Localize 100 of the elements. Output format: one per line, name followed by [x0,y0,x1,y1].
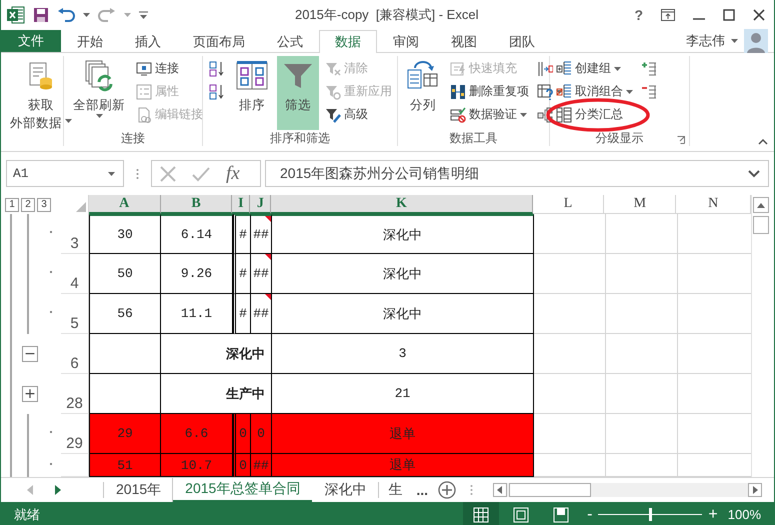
group-label: 排序和筛选 [270,130,330,146]
group-label: 分级显示 [596,130,644,146]
table-cell: # [233,254,251,294]
column-header[interactable]: M [604,195,676,214]
outline-level-button[interactable]: 2 [21,198,35,212]
insert-function-button[interactable]: fx [226,162,240,184]
grip-icon [136,168,139,180]
table-cell: ## [251,454,272,477]
table-cell: # [233,294,251,334]
caret-icon [108,172,115,176]
customize-icon[interactable] [139,11,148,19]
table-cell: 21 [272,374,534,414]
ribbon-button[interactable]: 删除重复项 [448,80,531,103]
refresh-icon [83,60,115,92]
zoom-slider-thumb[interactable] [649,508,652,521]
relationship-icon [537,106,553,122]
table-cell: 29 [89,414,161,454]
ribbon-options-icon[interactable] [661,9,675,21]
table-cell: 9.26 [161,254,233,294]
ribbon-button[interactable]: 创建组 [554,57,635,80]
table-cell: 11.1 [161,294,233,334]
redo-icon [98,8,116,22]
maximize-icon[interactable] [723,9,735,21]
new-sheet-icon[interactable] [438,481,456,499]
column-header[interactable]: I [232,195,250,214]
ribbon-button[interactable]: 筛选 [277,56,319,130]
normal-view-icon [473,506,490,522]
sort-descending-icon [209,84,225,100]
dialog-launcher-icon[interactable] [677,136,685,144]
scroll-right-button[interactable] [748,483,762,497]
table-cell: 生产中 [161,374,272,414]
table-cell: 0 [233,454,251,477]
ribbon-tab[interactable]: 文件 [1,30,61,52]
collapse-ribbon-icon[interactable] [758,139,768,145]
help-button[interactable]: ? [634,7,643,23]
scrollbar-thumb[interactable] [508,483,591,497]
group-label: 连接 [121,130,145,146]
collapse-button[interactable]: − [22,346,38,362]
column-header[interactable]: A [88,195,161,214]
table-cell: # [233,214,251,254]
validation-icon [450,106,466,122]
scroll-left-button[interactable] [492,483,507,497]
table-cell: ## [251,214,272,254]
merge-icon [537,60,553,76]
close-icon[interactable] [753,9,765,21]
formula-field[interactable]: 2015年图森苏州分公司销售明细 [265,160,769,187]
scroll-right-icon[interactable] [55,485,61,495]
list-icon [136,84,152,100]
outline-level-button[interactable]: 1 [5,198,19,212]
ribbon-tab[interactable]: 数据 [319,30,377,53]
ribbon-button[interactable]: 高级 [323,103,394,126]
caret-icon [731,39,738,43]
spreadsheet-logo-icon[interactable] [7,6,25,24]
up-arrow-icon [757,202,765,208]
ribbon-button[interactable]: 全部刷新 [68,56,130,130]
cell-reference: A1 [13,166,29,181]
expand-button[interactable]: + [22,386,38,402]
right-arrow-icon [752,486,758,494]
zoom-in-button[interactable]: + [706,506,720,524]
table-cell: 51 [89,454,161,477]
table-cell: 50 [89,254,161,294]
more-sheets-button[interactable]: ... [410,478,434,502]
group-icon [556,60,572,76]
zoom-out-button[interactable]: - [585,506,594,524]
caret-icon [124,13,131,17]
lightning-icon [450,60,466,76]
column-header[interactable]: L [532,195,604,214]
chain-page-icon [136,106,152,122]
scroll-up-button[interactable] [753,197,769,213]
scrollbar-thumb[interactable] [753,216,769,234]
table-cell: 3 [272,334,534,374]
hide-detail-icon [641,84,657,100]
table-cell: 深化中 [272,254,534,294]
user-name[interactable]: 李志伟 [686,32,725,50]
undo-icon[interactable] [57,8,75,22]
column-header[interactable]: J [250,195,272,214]
column-header[interactable]: N [676,195,752,214]
table-cell: 56 [89,294,161,334]
view-button[interactable] [463,502,500,525]
ribbon-button[interactable]: 分列 [402,56,444,130]
funnel-pen-icon [325,106,341,122]
ribbon-button[interactable]: 连接 [134,57,205,80]
expand-icon[interactable] [748,170,760,178]
save-icon[interactable] [33,7,49,23]
sort-ascending-icon [209,60,225,76]
show-detail-icon [641,60,657,76]
outline-level-button[interactable]: 3 [37,198,51,212]
caret-icon [83,13,90,17]
table-cell: 深化中 [272,294,534,334]
ungroup-icon [556,84,572,100]
table-cell: 退单 [272,414,534,454]
ribbon-button[interactable]: 数据验证 [448,103,531,126]
name-box[interactable]: A1 [6,160,124,187]
columns-icon [450,84,466,100]
column-header[interactable]: B [160,195,232,214]
ribbon-button[interactable]: 取消组合 [554,80,635,103]
column-header[interactable]: K [271,195,533,214]
zoom-level[interactable]: 100% [728,502,761,525]
ribbon-button[interactable]: 排序 [231,56,273,130]
window-title: 2015年-copy [兼容模式] - Excel [294,6,480,24]
